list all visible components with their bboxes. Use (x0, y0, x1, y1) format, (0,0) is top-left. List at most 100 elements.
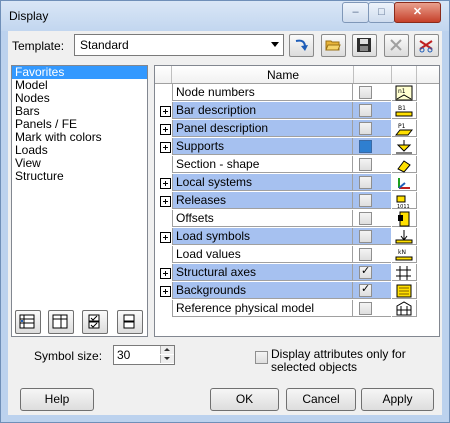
releases-icon: 1011 (392, 192, 417, 209)
row-name: Load symbols (172, 228, 353, 245)
grid-row[interactable]: Section - shape (155, 156, 417, 173)
symbol-size-label: Symbol size: (34, 349, 103, 363)
grid-row[interactable]: Supports (155, 138, 417, 155)
remove-from-favorites-button[interactable] (48, 310, 74, 334)
open-template-button[interactable] (321, 34, 346, 57)
save-template-button[interactable] (352, 34, 377, 57)
deselect-all-button[interactable] (117, 310, 143, 334)
bar-description-icon: B1 (392, 102, 417, 119)
svg-text:n1: n1 (398, 88, 406, 95)
reset-template-button[interactable] (414, 34, 439, 57)
category-list[interactable]: Favorites Model Nodes Bars Panels / FE M… (11, 65, 148, 337)
row-name: Panel description (172, 120, 353, 137)
header-check-column (354, 66, 392, 83)
row-checkbox[interactable] (359, 176, 372, 189)
grid-row[interactable]: Load symbols (155, 228, 417, 245)
display-dialog: Display ‒ □ ✕ Template: Standard Favorit… (0, 0, 450, 423)
grid-row[interactable]: Bar description B1 (155, 102, 417, 119)
row-name: Section - shape (172, 156, 353, 173)
template-value: Standard (80, 38, 129, 52)
apply-button[interactable]: Apply (361, 388, 434, 411)
grid-row[interactable]: Panel description P1 (155, 120, 417, 137)
grid-row[interactable]: Node numbers n1 (155, 84, 417, 101)
dialog-title: Display (9, 9, 49, 23)
row-name: Node numbers (172, 84, 353, 101)
title-bar: Display ‒ □ ✕ (1, 1, 449, 31)
row-checkbox[interactable] (359, 230, 372, 243)
row-checkbox[interactable] (359, 282, 372, 297)
grid-row[interactable]: Releases 1011 (155, 192, 417, 209)
close-button[interactable]: ✕ (394, 2, 441, 23)
open-folder-icon (325, 40, 341, 51)
help-button[interactable]: Help (20, 388, 94, 411)
ok-button[interactable]: OK (210, 388, 279, 411)
spin-down-icon[interactable] (160, 355, 174, 363)
minimize-button[interactable]: ‒ (342, 2, 369, 23)
row-name: Reference physical model (172, 300, 353, 317)
template-label: Template: (12, 39, 65, 53)
symbol-size-value: 30 (117, 348, 131, 362)
panel-description-icon: P1 (392, 120, 417, 137)
delete-x-icon (390, 39, 402, 51)
expand-plus-icon[interactable] (160, 178, 171, 189)
category-item-structure[interactable]: Structure (12, 170, 147, 183)
row-checkbox[interactable] (359, 86, 372, 99)
node-numbers-icon: n1 (392, 84, 417, 101)
structural-axes-icon (392, 264, 417, 281)
dialog-body: Template: Standard Favorites Model Nodes… (8, 31, 442, 415)
expand-plus-icon[interactable] (160, 196, 171, 207)
expand-plus-icon[interactable] (160, 124, 171, 135)
row-checkbox[interactable] (359, 264, 372, 279)
row-checkbox[interactable] (359, 302, 372, 315)
spin-up-icon[interactable] (160, 346, 174, 354)
header-icon-column (392, 66, 417, 83)
chevron-down-icon (271, 42, 279, 47)
list-remove-icon (52, 314, 68, 329)
load-symbols-icon (392, 228, 417, 245)
expand-plus-icon[interactable] (160, 106, 171, 117)
display-selected-label-line1: Display attributes only for (271, 347, 406, 361)
grid-row[interactable]: Backgrounds (155, 282, 417, 299)
row-checkbox[interactable] (359, 212, 372, 225)
expand-plus-icon[interactable] (160, 232, 171, 243)
grid-row[interactable]: Local systems (155, 174, 417, 191)
row-checkbox[interactable] (359, 158, 372, 171)
row-checkbox[interactable] (359, 104, 372, 117)
grid-row[interactable]: Load values kN (155, 246, 417, 263)
display-selected-checkbox[interactable] (255, 351, 268, 364)
row-name: Backgrounds (172, 282, 353, 299)
check-all-icon (88, 314, 100, 329)
expand-plus-icon[interactable] (160, 268, 171, 279)
column-header-name: Name (267, 68, 300, 82)
local-systems-icon (392, 174, 417, 191)
list-add-icon (19, 314, 35, 329)
save-disk-icon (357, 38, 371, 52)
row-checkbox[interactable] (359, 122, 372, 135)
offsets-icon (392, 210, 417, 227)
row-name: Load values (172, 246, 353, 263)
curved-arrow-icon (295, 39, 308, 51)
supports-icon (392, 138, 417, 155)
svg-text:P1: P1 (398, 123, 406, 130)
row-checkbox[interactable] (359, 194, 372, 207)
maximize-button[interactable]: □ (368, 2, 395, 23)
grid-row[interactable]: Offsets (155, 210, 417, 227)
grid-row[interactable]: Reference physical model (155, 300, 417, 317)
select-all-button[interactable] (82, 310, 108, 334)
expand-plus-icon[interactable] (160, 142, 171, 153)
cancel-button[interactable]: Cancel (286, 388, 356, 411)
template-combo[interactable]: Standard (74, 34, 284, 56)
delete-template-button[interactable] (384, 34, 409, 57)
add-to-favorites-button[interactable] (15, 310, 41, 334)
physical-model-icon (392, 300, 417, 317)
grid-row[interactable]: Structural axes (155, 264, 417, 281)
row-checkbox[interactable] (359, 248, 372, 261)
expand-plus-icon[interactable] (160, 286, 171, 297)
row-name: Bar description (172, 102, 353, 119)
symbol-size-spinner[interactable]: 30 (113, 345, 175, 365)
refresh-template-button[interactable] (289, 34, 314, 57)
row-checkbox[interactable] (359, 140, 372, 153)
svg-text:1011: 1011 (397, 204, 410, 209)
svg-text:kN: kN (398, 249, 406, 256)
load-values-icon: kN (392, 246, 417, 263)
